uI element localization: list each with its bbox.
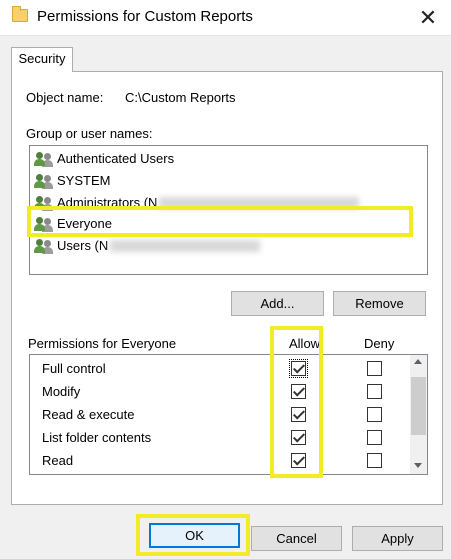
- window-title: Permissions for Custom Reports: [37, 8, 253, 25]
- apply-button[interactable]: Apply: [352, 526, 443, 551]
- add-button[interactable]: Add...: [231, 291, 324, 316]
- permission-row-read-execute: Read & execute: [30, 403, 405, 426]
- permission-name: Full control: [42, 361, 106, 376]
- group-names-label: Group or user names:: [26, 126, 153, 141]
- permission-row-full-control: Full control: [30, 357, 405, 380]
- redacted-text: [110, 239, 261, 252]
- deny-column-header: Deny: [364, 336, 395, 351]
- permission-row-list-folder-contents: List folder contents: [30, 426, 405, 449]
- deny-checkbox-modify[interactable]: [367, 384, 382, 399]
- user-name: Everyone: [57, 216, 112, 231]
- scroll-thumb[interactable]: [411, 377, 426, 435]
- permissions-scrollbar[interactable]: [410, 355, 427, 474]
- title-bar: Permissions for Custom Reports ✕: [0, 0, 451, 36]
- allow-checkbox-read[interactable]: [291, 453, 306, 468]
- permission-name: List folder contents: [42, 430, 152, 445]
- permissions-header: Permissions for Everyone: [28, 336, 177, 351]
- scroll-down-arrow-icon[interactable]: [414, 463, 422, 468]
- allow-column-header: Allow: [289, 336, 321, 351]
- allow-checkbox-list-folder-contents[interactable]: [291, 430, 306, 445]
- list-item-administrators[interactable]: Administrators (N: [30, 192, 427, 213]
- deny-checkbox-full-control[interactable]: [367, 361, 382, 376]
- object-name-label: Object name:: [26, 90, 104, 105]
- folder-icon: [12, 6, 28, 22]
- users-icon: [34, 195, 55, 211]
- allow-checkbox-read-execute[interactable]: [291, 407, 306, 422]
- allow-checkbox-modify[interactable]: [291, 384, 306, 399]
- user-name: SYSTEM: [57, 173, 111, 188]
- cancel-button[interactable]: Cancel: [251, 526, 342, 551]
- permissions-list[interactable]: Full control Modify Read & execute List …: [29, 354, 428, 475]
- list-item-users[interactable]: Users (N: [30, 235, 427, 256]
- list-item-authenticated-users[interactable]: Authenticated Users: [30, 148, 427, 169]
- group-user-list[interactable]: Authenticated Users SYSTEM Administrator…: [29, 145, 428, 275]
- users-icon: [34, 151, 55, 167]
- users-icon: [34, 216, 55, 232]
- permission-row-read: Read: [30, 449, 405, 472]
- redacted-text: [159, 196, 360, 209]
- deny-checkbox-list-folder-contents[interactable]: [367, 430, 382, 445]
- allow-checkbox-full-control[interactable]: [289, 359, 308, 378]
- tab-security[interactable]: Security: [11, 47, 73, 72]
- deny-checkbox-read[interactable]: [367, 453, 382, 468]
- user-name: Authenticated Users: [57, 151, 175, 166]
- close-button[interactable]: ✕: [411, 3, 445, 33]
- permission-name: Read & execute: [42, 407, 135, 422]
- permission-row-modify: Modify: [30, 380, 405, 403]
- remove-button[interactable]: Remove: [333, 291, 426, 316]
- list-item-system[interactable]: SYSTEM: [30, 170, 427, 191]
- permission-name: Modify: [42, 384, 81, 399]
- scroll-up-arrow-icon[interactable]: [414, 359, 422, 364]
- user-name: Users (N: [57, 238, 109, 253]
- object-name-value: C:\Custom Reports: [125, 90, 236, 105]
- user-name: Administrators (N: [57, 195, 158, 210]
- deny-checkbox-read-execute[interactable]: [367, 407, 382, 422]
- users-icon: [34, 173, 55, 189]
- ok-button[interactable]: OK: [149, 523, 240, 548]
- users-icon: [34, 238, 55, 254]
- permission-name: Read: [42, 453, 74, 468]
- list-item-everyone[interactable]: Everyone: [30, 213, 427, 234]
